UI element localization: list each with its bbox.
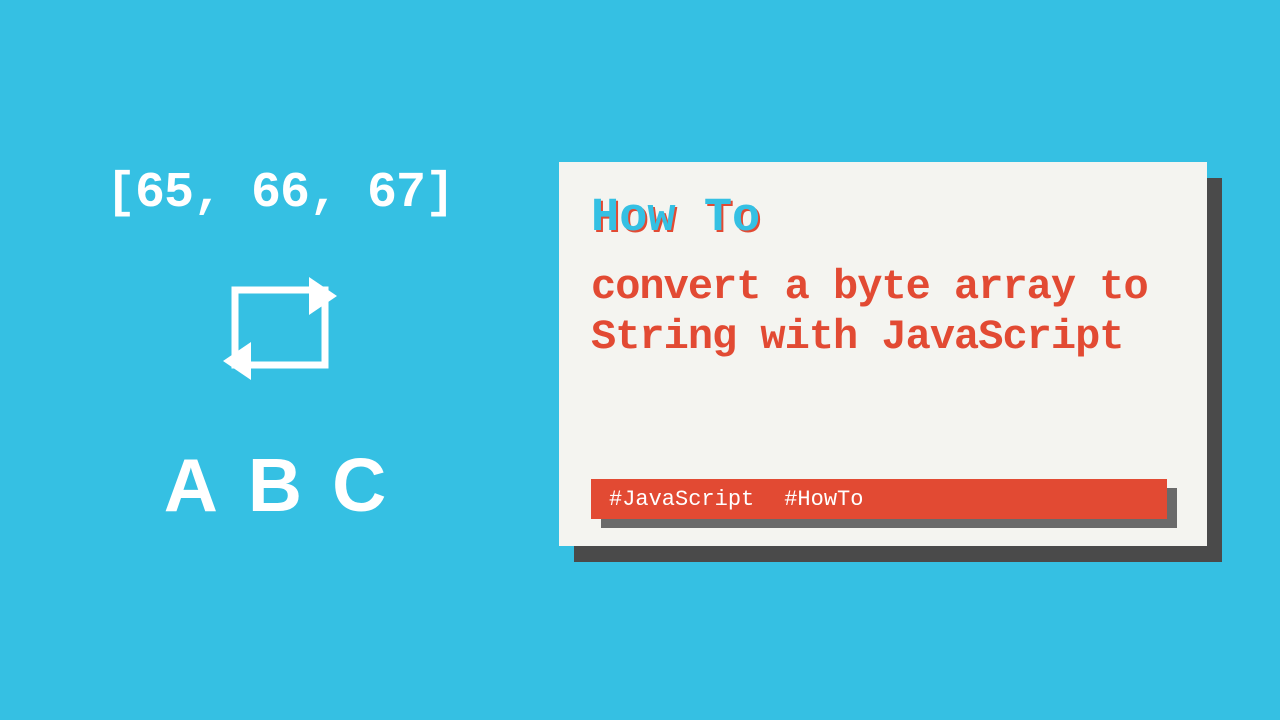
tags-bar: #JavaScript #HowTo xyxy=(591,479,1167,519)
convert-icon xyxy=(215,272,345,392)
left-illustration: [65, 66, 67] ABC xyxy=(70,165,490,528)
card-overline: How To xyxy=(591,192,1175,245)
card-headline: convert a byte array to String with Java… xyxy=(591,263,1175,362)
tag-item: #HowTo xyxy=(784,487,863,512)
tag-item: #JavaScript xyxy=(609,487,754,512)
title-card: How To convert a byte array to String wi… xyxy=(559,162,1207,546)
result-string-text: ABC xyxy=(164,442,417,528)
byte-array-text: [65, 66, 67] xyxy=(106,165,454,222)
